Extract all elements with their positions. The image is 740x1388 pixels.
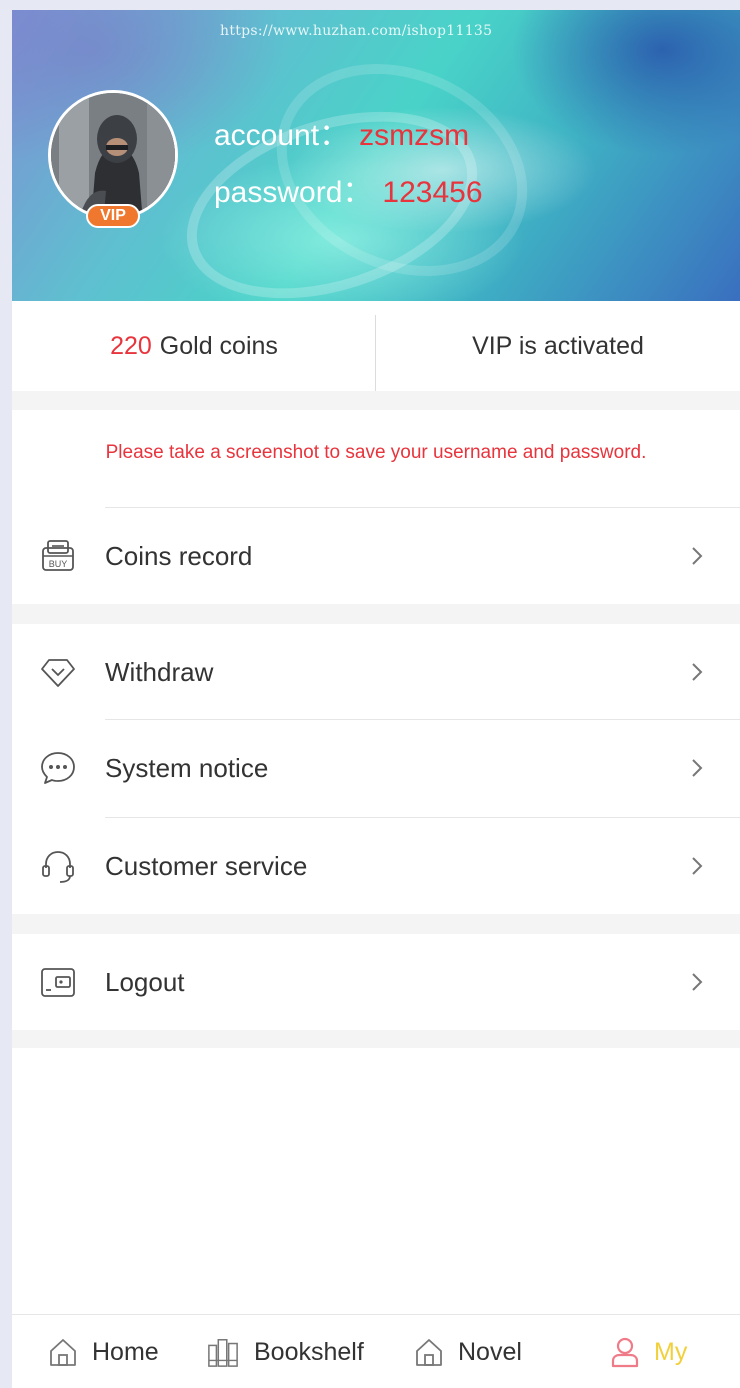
- stats-bar: 220 Gold coins VIP is activated: [12, 301, 740, 395]
- account-line: account： zsmzsm: [214, 110, 469, 154]
- system-notice-label: System notice: [105, 752, 269, 783]
- section-gap: [12, 1030, 740, 1048]
- app: https://www.huzhan.com/ishop11135 VIP ac…: [12, 10, 740, 1388]
- headset-icon: [42, 851, 74, 883]
- bookshelf-icon: [208, 1339, 238, 1367]
- user-icon: [611, 1337, 639, 1368]
- password-line: password： 123456: [214, 167, 483, 211]
- avatar-image: [51, 93, 175, 217]
- wallet-icon: [41, 968, 75, 997]
- screenshot-notice: Please take a screenshot to save your us…: [105, 442, 647, 463]
- customer-service-label: Customer service: [105, 850, 308, 881]
- tab-bookshelf[interactable]: Bookshelf: [206, 1315, 364, 1388]
- svg-text:BUY: BUY: [49, 559, 68, 569]
- coins-record-label: Coins record: [105, 540, 253, 571]
- gold-coins-stat[interactable]: 220 Gold coins: [12, 301, 376, 391]
- tab-novel[interactable]: Novel: [414, 1315, 522, 1388]
- diamond-icon: [41, 659, 75, 687]
- vip-badge: VIP: [86, 204, 140, 228]
- password-label: password：: [214, 176, 373, 209]
- tab-novel-label: Novel: [458, 1337, 522, 1366]
- profile-header: https://www.huzhan.com/ishop11135 VIP ac…: [12, 10, 740, 301]
- section-gap: [12, 914, 740, 934]
- account-value: zsmzsm: [359, 119, 470, 152]
- coins-record-row[interactable]: BUY Coins record: [12, 508, 740, 604]
- logout-label: Logout: [105, 966, 185, 997]
- buy-icon: BUY: [42, 540, 74, 571]
- logout-row[interactable]: Logout: [12, 934, 740, 1030]
- vip-status-label: VIP is activated: [472, 331, 644, 360]
- section-gap: [12, 391, 740, 410]
- gold-coins-value: 220: [110, 331, 152, 360]
- vip-status-stat[interactable]: VIP is activated: [376, 301, 740, 391]
- section-gap: [12, 604, 740, 624]
- tab-my-label: My: [654, 1337, 688, 1366]
- gold-coins-label: Gold coins: [159, 331, 278, 360]
- tab-home[interactable]: Home: [48, 1315, 159, 1388]
- bottom-tab-bar: Home Bookshelf Novel My: [12, 1314, 740, 1388]
- withdraw-row[interactable]: Withdraw: [12, 624, 740, 720]
- account-label: account：: [214, 119, 350, 152]
- chevron-right-icon: [692, 663, 703, 681]
- chevron-right-icon: [692, 547, 703, 565]
- tab-bookshelf-label: Bookshelf: [254, 1337, 364, 1366]
- password-value: 123456: [382, 176, 483, 209]
- stats-divider: [375, 315, 376, 395]
- system-notice-row[interactable]: System notice: [12, 720, 740, 816]
- tab-my[interactable]: My: [610, 1315, 687, 1388]
- tab-home-label: Home: [92, 1337, 159, 1366]
- withdraw-label: Withdraw: [105, 656, 214, 687]
- novel-home-icon: [416, 1339, 442, 1366]
- chevron-right-icon: [692, 973, 703, 991]
- chevron-right-icon: [692, 759, 703, 777]
- chat-bubble-icon: [41, 752, 75, 784]
- chevron-right-icon: [692, 857, 703, 875]
- customer-service-row[interactable]: Customer service: [12, 818, 740, 914]
- watermark: https://www.huzhan.com/ishop11135: [220, 23, 493, 39]
- home-icon: [50, 1339, 76, 1366]
- avatar[interactable]: [48, 90, 178, 220]
